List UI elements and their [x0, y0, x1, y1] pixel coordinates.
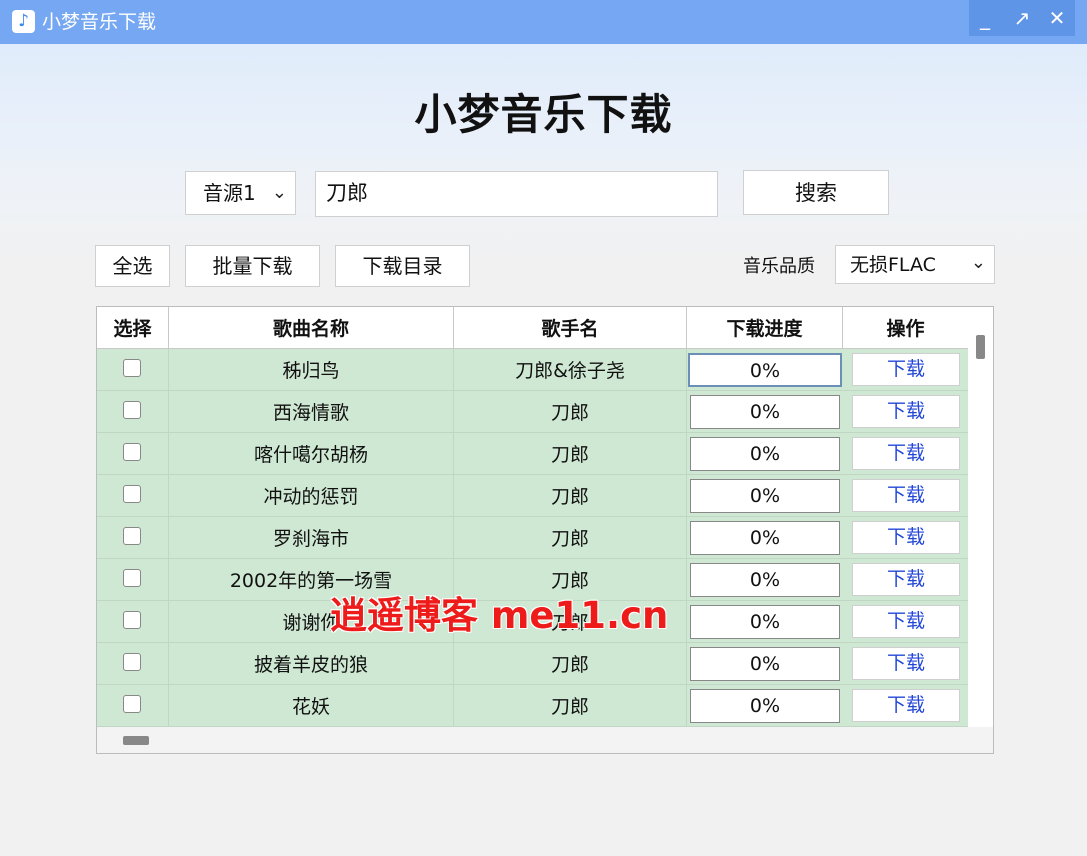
music-note-icon: ♪ [12, 10, 35, 33]
artist-name: 刀郎&徐子尧 [454, 349, 687, 390]
quality-value: 无损FLAC [850, 254, 936, 276]
search-input[interactable]: 刀郎 [315, 171, 718, 217]
table-row: 披着羊皮的狼 刀郎 0% 下载 [97, 643, 968, 685]
artist-name: 刀郎 [454, 643, 687, 684]
table-row: 喀什噶尔胡杨 刀郎 0% 下载 [97, 433, 968, 475]
download-button[interactable]: 下载 [852, 437, 960, 470]
row-checkbox[interactable] [123, 485, 141, 503]
song-name: 西海情歌 [169, 391, 454, 432]
table-row: 冲动的惩罚 刀郎 0% 下载 [97, 475, 968, 517]
row-checkbox[interactable] [123, 695, 141, 713]
select-cell [97, 349, 169, 390]
table-row: 花妖 刀郎 0% 下载 [97, 685, 968, 727]
download-button[interactable]: 下载 [852, 563, 960, 596]
select-cell [97, 559, 169, 600]
download-button[interactable]: 下载 [852, 395, 960, 428]
table-row: 罗刹海市 刀郎 0% 下载 [97, 517, 968, 559]
download-button[interactable]: 下载 [852, 605, 960, 638]
row-checkbox[interactable] [123, 611, 141, 629]
header-select[interactable]: 选择 [97, 307, 169, 348]
row-checkbox[interactable] [123, 401, 141, 419]
select-cell [97, 391, 169, 432]
song-name: 罗刹海市 [169, 517, 454, 558]
row-checkbox[interactable] [123, 569, 141, 587]
download-directory-button[interactable]: 下载目录 [335, 245, 470, 287]
select-cell [97, 601, 169, 642]
song-name: 花妖 [169, 685, 454, 726]
row-checkbox[interactable] [123, 653, 141, 671]
horizontal-scrollbar[interactable] [97, 727, 993, 753]
select-cell [97, 685, 169, 726]
download-button[interactable]: 下载 [852, 353, 960, 386]
quality-label: 音乐品质 [743, 256, 815, 277]
table-row: 秭归鸟 刀郎&徐子尧 0% 下载 [97, 349, 968, 391]
table-row: 西海情歌 刀郎 0% 下载 [97, 391, 968, 433]
header-progress[interactable]: 下载进度 [687, 307, 843, 348]
table-body: 秭归鸟 刀郎&徐子尧 0% 下载 西海情歌 刀郎 0% 下载 喀什噶尔胡杨 刀郎… [97, 349, 968, 727]
source-select[interactable]: 音源1 ⌄ [185, 171, 296, 215]
song-table: 选择 歌曲名称 歌手名 下载进度 操作 秭归鸟 刀郎&徐子尧 0% 下载 西海情… [96, 306, 994, 754]
download-progress: 0% [690, 563, 840, 597]
artist-name: 刀郎 [454, 517, 687, 558]
download-button[interactable]: 下载 [852, 479, 960, 512]
search-button[interactable]: 搜索 [743, 170, 889, 215]
download-progress: 0% [688, 353, 842, 387]
row-checkbox[interactable] [123, 443, 141, 461]
artist-name: 刀郎 [454, 433, 687, 474]
quality-select[interactable]: 无损FLAC ⌄ [835, 245, 995, 284]
download-progress: 0% [690, 521, 840, 555]
close-button[interactable]: ✕ [1041, 4, 1073, 32]
horizontal-scroll-thumb[interactable] [123, 736, 149, 745]
select-cell [97, 643, 169, 684]
song-name: 秭归鸟 [169, 349, 454, 390]
title-bar[interactable]: ♪ 小梦音乐下载 _ ↗ ✕ [0, 0, 1087, 44]
chevron-down-icon: ⌄ [271, 182, 287, 203]
minimize-button[interactable]: _ [969, 4, 1001, 32]
select-all-button[interactable]: 全选 [95, 245, 170, 287]
watermark: 逍遥博客 me11.cn [330, 594, 669, 637]
row-checkbox[interactable] [123, 527, 141, 545]
song-name: 冲动的惩罚 [169, 475, 454, 516]
download-button[interactable]: 下载 [852, 647, 960, 680]
header-action[interactable]: 操作 [843, 307, 968, 348]
download-progress: 0% [690, 437, 840, 471]
source-value: 音源1 [203, 181, 256, 205]
select-cell [97, 517, 169, 558]
download-progress: 0% [690, 689, 840, 723]
row-checkbox[interactable] [123, 359, 141, 377]
header-song-name[interactable]: 歌曲名称 [169, 307, 454, 348]
select-cell [97, 433, 169, 474]
download-button[interactable]: 下载 [852, 689, 960, 722]
window-title: 小梦音乐下载 [42, 11, 157, 33]
song-name: 披着羊皮的狼 [169, 643, 454, 684]
artist-name: 刀郎 [454, 685, 687, 726]
artist-name: 刀郎 [454, 391, 687, 432]
artist-name: 刀郎 [454, 475, 687, 516]
table-header: 选择 歌曲名称 歌手名 下载进度 操作 [97, 307, 968, 349]
window-controls: _ ↗ ✕ [969, 0, 1075, 36]
batch-download-button[interactable]: 批量下载 [185, 245, 320, 287]
vertical-scrollbar[interactable] [968, 307, 993, 727]
song-name: 喀什噶尔胡杨 [169, 433, 454, 474]
download-progress: 0% [690, 479, 840, 513]
maximize-button[interactable]: ↗ [1006, 4, 1038, 32]
download-progress: 0% [690, 395, 840, 429]
select-cell [97, 475, 169, 516]
vertical-scroll-thumb[interactable] [976, 335, 985, 359]
download-button[interactable]: 下载 [852, 521, 960, 554]
chevron-down-icon: ⌄ [970, 252, 986, 273]
page-title: 小梦音乐下载 [414, 90, 673, 139]
header-artist[interactable]: 歌手名 [454, 307, 687, 348]
download-progress: 0% [690, 605, 840, 639]
download-progress: 0% [690, 647, 840, 681]
